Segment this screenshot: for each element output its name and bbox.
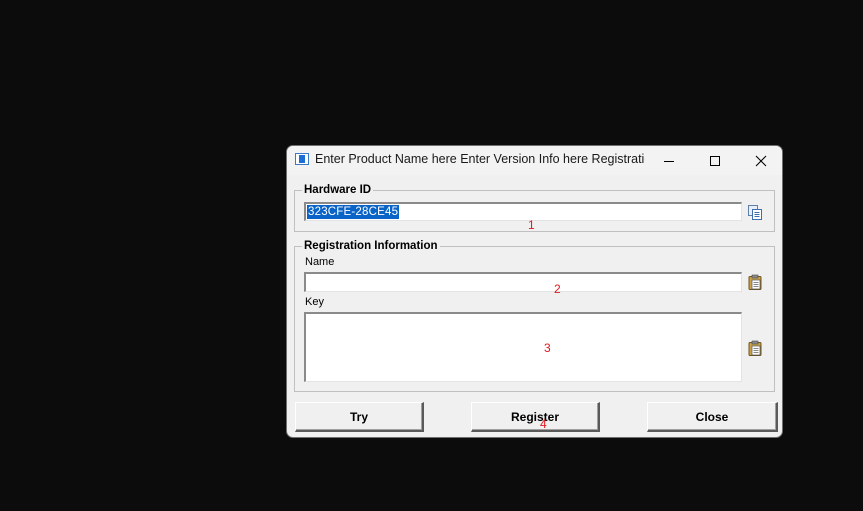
hardware-id-label: Hardware ID [302,183,374,197]
close-window-button[interactable] [738,146,782,175]
app-icon [295,153,309,165]
key-label: Key [305,296,324,308]
name-label: Name [305,256,335,268]
annotation-marker-1: 1 [528,218,535,232]
hardware-id-value[interactable]: 323CFE-28CE45 [307,205,400,219]
register-button[interactable]: Register [471,402,600,432]
key-field[interactable] [304,312,742,382]
close-button[interactable]: Close [647,402,778,432]
paste-icon[interactable] [747,274,763,290]
hardware-id-field[interactable]: 323CFE-28CE45 [304,202,742,221]
close-icon [755,155,767,166]
window-title: Enter Product Name here Enter Version In… [315,152,645,166]
minimize-icon [664,160,674,162]
annotation-marker-4: 4 [540,417,547,431]
maximize-button[interactable] [692,146,738,175]
copy-icon[interactable] [747,204,763,220]
registration-group-label: Registration Information [302,239,440,253]
minimize-button[interactable] [646,146,692,175]
name-field[interactable] [304,272,742,292]
title-bar[interactable]: Enter Product Name here Enter Version In… [287,146,782,175]
annotation-marker-2: 2 [554,282,561,296]
registration-dialog: Enter Product Name here Enter Version In… [286,145,783,438]
maximize-icon [710,155,720,166]
try-button[interactable]: Try [295,402,424,432]
annotation-marker-3: 3 [544,341,551,355]
paste-icon[interactable] [747,340,763,356]
